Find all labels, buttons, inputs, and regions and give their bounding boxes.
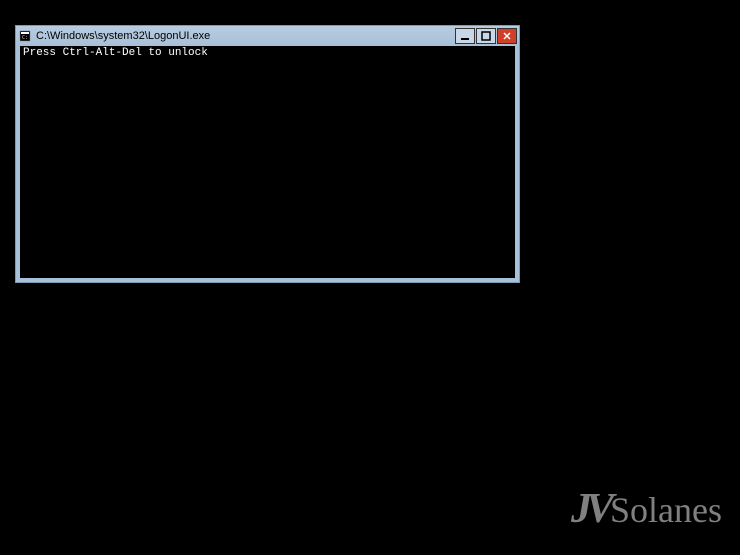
- minimize-button[interactable]: [455, 28, 475, 44]
- close-button[interactable]: [497, 28, 517, 44]
- window-controls: [455, 28, 517, 44]
- maximize-button[interactable]: [476, 28, 496, 44]
- app-icon: C:: [18, 29, 32, 43]
- window-title: C:\Windows\system32\LogonUI.exe: [36, 30, 455, 42]
- window-titlebar[interactable]: C: C:\Windows\system32\LogonUI.exe: [16, 26, 519, 46]
- svg-text:C:: C:: [22, 35, 28, 41]
- watermark-suffix: Solanes: [610, 489, 722, 531]
- watermark-prefix: JV: [571, 485, 608, 533]
- console-window: C: C:\Windows\system32\LogonUI.exe Press…: [15, 25, 520, 283]
- watermark-logo: JVSolanes: [571, 485, 722, 533]
- console-output: Press Ctrl-Alt-Del to unlock: [20, 46, 515, 278]
- console-text: Press Ctrl-Alt-Del to unlock: [23, 47, 208, 59]
